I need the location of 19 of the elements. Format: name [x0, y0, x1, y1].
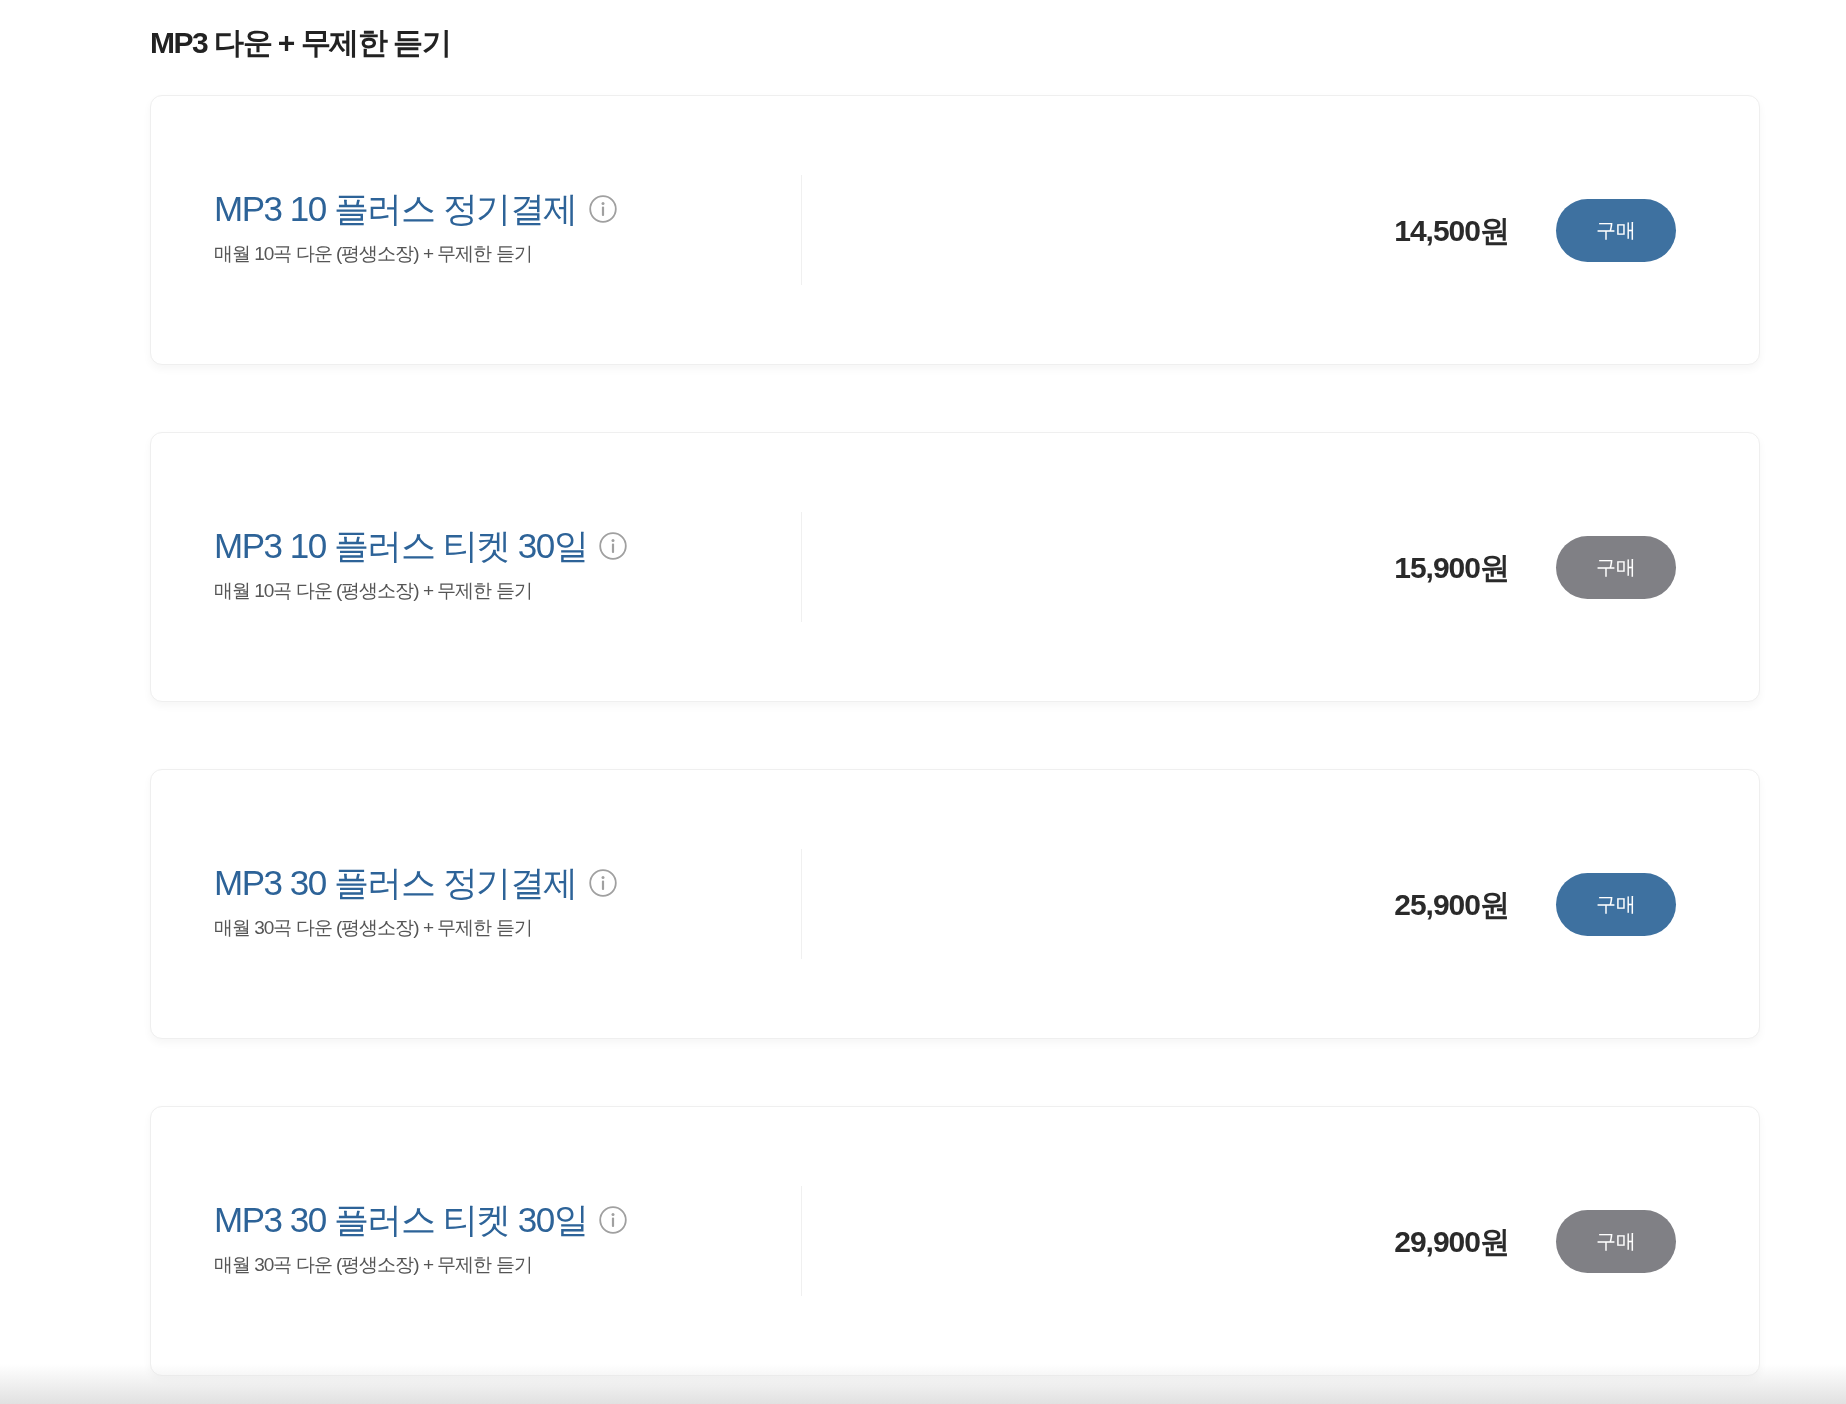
- info-icon[interactable]: [599, 532, 628, 560]
- product-description: 매월 30곡 다운 (평생소장) + 무제한 듣기: [214, 916, 532, 940]
- product-description: 매월 30곡 다운 (평생소장) + 무제한 듣기: [214, 1253, 532, 1277]
- product-price: 25,900원: [1394, 886, 1509, 923]
- info-icon[interactable]: [588, 195, 617, 223]
- product-title: MP3 10 플러스 티켓 30일: [214, 525, 588, 567]
- product-price: 14,500원: [1394, 212, 1509, 249]
- section-heading: MP3 다운 + 무제한 듣기: [150, 25, 451, 61]
- product-title: MP3 30 플러스 정기결제: [214, 862, 577, 904]
- buy-button[interactable]: 구매: [1556, 198, 1676, 262]
- product-price: 15,900원: [1394, 549, 1509, 586]
- product-price: 29,900원: [1394, 1223, 1509, 1260]
- product-title: MP3 30 플러스 티켓 30일: [214, 1199, 588, 1241]
- buy-button[interactable]: 구매: [1556, 872, 1676, 936]
- product-description: 매월 10곡 다운 (평생소장) + 무제한 듣기: [214, 579, 532, 603]
- info-icon[interactable]: [599, 1206, 628, 1234]
- product-title: MP3 10 플러스 정기결제: [214, 188, 577, 230]
- info-icon[interactable]: [588, 869, 617, 897]
- product-description: 매월 10곡 다운 (평생소장) + 무제한 듣기: [214, 242, 532, 266]
